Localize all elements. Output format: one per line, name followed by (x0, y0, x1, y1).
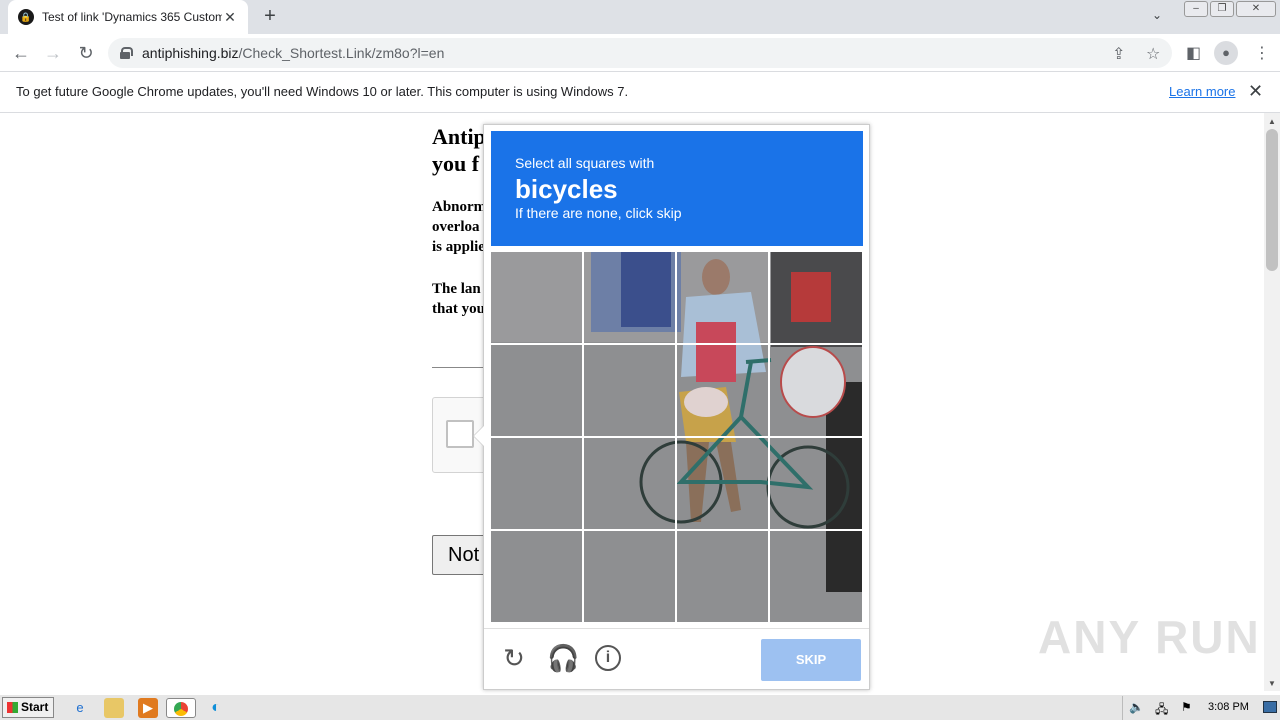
captcha-tile[interactable] (770, 252, 861, 343)
lock-favicon-icon: 🔒 (18, 9, 34, 25)
scrollbar-thumb[interactable] (1266, 129, 1278, 271)
anyrun-watermark-logo: ANY RUN (1038, 610, 1261, 664)
internet-explorer-icon[interactable]: e (70, 698, 90, 718)
captcha-image-grid (491, 252, 862, 622)
captcha-tile[interactable] (491, 438, 582, 529)
side-panel-icon[interactable]: ◧ (1186, 43, 1201, 63)
reload-icon[interactable]: ↻ (75, 42, 97, 64)
window-controls: – ❐ ✕ (1184, 1, 1276, 19)
reload-challenge-icon[interactable]: ↻ (499, 643, 529, 673)
captcha-target: bicycles (515, 174, 618, 204)
media-player-icon[interactable]: ▶ (138, 698, 158, 718)
captcha-tile[interactable] (584, 531, 675, 622)
captcha-tile[interactable] (677, 531, 768, 622)
file-explorer-icon[interactable] (104, 698, 124, 718)
captcha-tile[interactable] (770, 345, 861, 436)
tab-search-chevron-icon[interactable]: ⌄ (1152, 8, 1162, 22)
lock-icon[interactable] (120, 47, 133, 59)
tab-close-icon[interactable]: ✕ (222, 9, 238, 26)
address-bar[interactable]: antiphishing.biz/Check_Shortest.Link/zm8… (108, 38, 1172, 68)
infobar-close-icon[interactable]: ✕ (1248, 81, 1263, 102)
captcha-tile[interactable] (491, 531, 582, 622)
captcha-hint: If there are none, click skip (515, 205, 682, 221)
captcha-tile[interactable] (584, 438, 675, 529)
windows-taskbar: Start e ▶ ◐ 🔈 🖧 ⚑ 3:08 PM (0, 694, 1280, 720)
captcha-tile[interactable] (677, 438, 768, 529)
info-icon[interactable]: i (595, 645, 621, 671)
bookmark-star-icon[interactable]: ☆ (1146, 44, 1160, 64)
captcha-tile[interactable] (770, 531, 861, 622)
menu-kebab-icon[interactable]: ⋮ (1254, 43, 1270, 63)
audio-challenge-headphones-icon[interactable]: 🎧 (547, 643, 579, 673)
url-host: antiphishing.biz (142, 45, 239, 61)
system-tray: 🔈 🖧 ⚑ (1122, 696, 1280, 720)
captcha-header: Select all squares with bicycles If ther… (491, 131, 863, 246)
captcha-instruction: Select all squares with (515, 155, 655, 171)
skip-button[interactable]: SKIP (761, 639, 861, 681)
action-center-flag-icon[interactable]: ⚑ (1181, 700, 1192, 714)
page-scrollbar[interactable]: ▲ ▼ (1264, 113, 1280, 691)
browser-toolbar: ← → ↻ antiphishing.biz/Check_Shortest.Li… (0, 34, 1280, 72)
minimize-button[interactable]: – (1184, 1, 1208, 17)
close-window-button[interactable]: ✕ (1236, 1, 1276, 17)
captcha-tile[interactable] (584, 252, 675, 343)
network-icon[interactable]: 🖧 (1155, 700, 1168, 721)
share-icon[interactable]: ⇪ (1112, 44, 1125, 64)
restore-button[interactable]: ❐ (1210, 1, 1234, 17)
back-arrow-icon[interactable]: ← (10, 42, 32, 64)
tab-title: Test of link 'Dynamics 365 Customer (42, 10, 222, 24)
captcha-footer: ↻ 🎧 i SKIP (484, 628, 869, 690)
scroll-up-icon[interactable]: ▲ (1268, 117, 1276, 126)
recaptcha-checkbox[interactable] (446, 420, 474, 448)
captcha-tile[interactable] (584, 345, 675, 436)
dialog-pointer (473, 425, 484, 447)
captcha-tile[interactable] (677, 252, 768, 343)
start-button[interactable]: Start (2, 697, 54, 718)
learn-more-link[interactable]: Learn more (1169, 84, 1235, 99)
captcha-tile[interactable] (491, 345, 582, 436)
show-desktop-icon[interactable] (1263, 701, 1277, 713)
tab-strip: 🔒 Test of link 'Dynamics 365 Customer ✕ … (0, 0, 1280, 34)
captcha-tile[interactable] (770, 438, 861, 529)
url-path: /Check_Shortest.Link/zm8o?l=en (238, 45, 445, 61)
browser-tab[interactable]: 🔒 Test of link 'Dynamics 365 Customer ✕ (8, 0, 248, 34)
profile-avatar-icon[interactable]: ● (1214, 41, 1238, 65)
edge-icon[interactable]: ◐ (206, 698, 226, 718)
update-infobar: To get future Google Chrome updates, you… (0, 72, 1280, 113)
forward-arrow-icon[interactable]: → (42, 42, 64, 64)
volume-icon[interactable]: 🔈 (1129, 700, 1144, 714)
new-tab-button[interactable]: + (260, 6, 280, 26)
watermark-text: ANY RUN (1038, 611, 1261, 663)
captcha-tile[interactable] (491, 252, 582, 343)
scroll-down-icon[interactable]: ▼ (1268, 679, 1276, 688)
infobar-message: To get future Google Chrome updates, you… (16, 84, 629, 99)
chrome-taskbar-icon[interactable] (166, 698, 196, 718)
captcha-challenge-dialog: Select all squares with bicycles If ther… (473, 124, 870, 690)
captcha-tile[interactable] (677, 345, 768, 436)
taskbar-clock: 3:08 PM (1208, 701, 1249, 713)
